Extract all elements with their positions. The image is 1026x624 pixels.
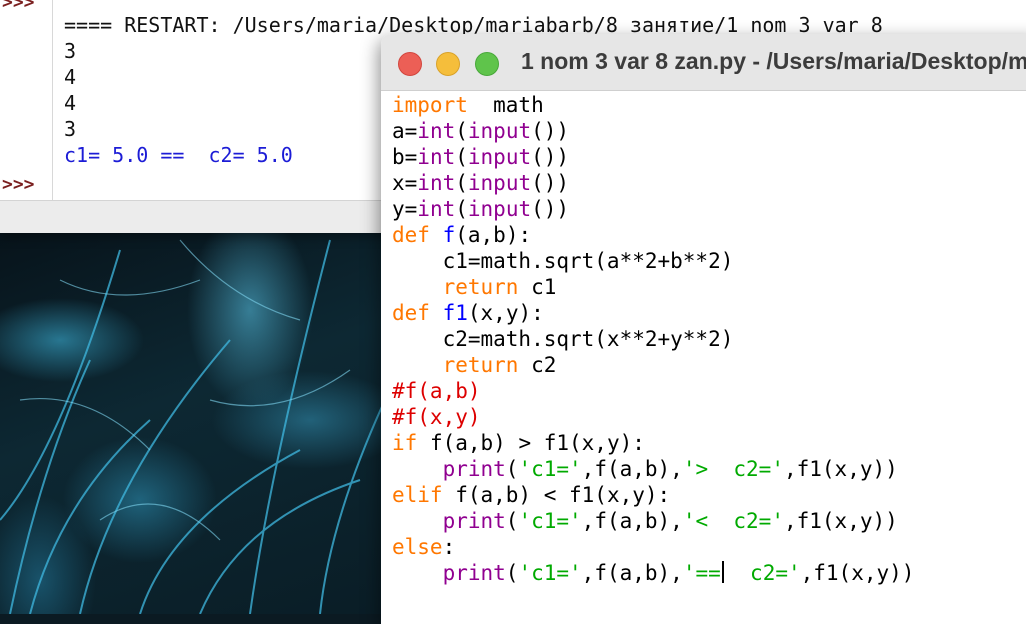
code-token: 'c1=' <box>518 509 582 533</box>
code-token: ,f(a,b), <box>581 457 683 481</box>
code-token: (a,b): <box>455 223 532 247</box>
code-token: #f(a,b) <box>392 379 481 403</box>
code-token: : <box>442 535 456 559</box>
code-token: ,f1(x,y)) <box>800 561 915 585</box>
code-token: a= <box>392 119 418 143</box>
code-line: a=int(input()) <box>392 118 914 144</box>
shell-prompt-gutter: >>> >>> <box>0 0 53 200</box>
code-token: input <box>467 145 532 169</box>
code-line: c1=math.sqrt(a**2+b**2) <box>392 248 914 274</box>
code-editor-window[interactable]: 1 nom 3 var 8 zan.py - /Users/maria/Desk… <box>381 34 1026 624</box>
code-token: b= <box>392 145 418 169</box>
code-token: ( <box>505 457 519 481</box>
code-token: def <box>392 301 430 325</box>
code-token: ()) <box>531 171 570 195</box>
window-title: 1 nom 3 var 8 zan.py - /Users/maria/Desk… <box>521 48 1026 74</box>
minimize-button-icon[interactable] <box>436 52 460 76</box>
code-line: elif f(a,b) < f1(x,y): <box>392 482 914 508</box>
code-token: c2=math.sqrt(x**2+y**2) <box>392 327 734 351</box>
code-token: ()) <box>531 119 570 143</box>
text-cursor <box>721 561 724 583</box>
code-token: ( <box>505 509 519 533</box>
code-token: ( <box>455 171 468 195</box>
grass-decoration <box>0 239 386 614</box>
code-token: ( <box>505 561 519 585</box>
code-token: '== <box>682 561 721 585</box>
code-line: #f(x,y) <box>392 404 914 430</box>
code-line: #f(a,b) <box>392 378 914 404</box>
code-token: ,f1(x,y)) <box>783 509 898 533</box>
shell-prompt: >>> <box>2 0 35 13</box>
code-line: import math <box>392 92 914 118</box>
code-line: print('c1=',f(a,b),'== c2=',f1(x,y)) <box>392 560 914 586</box>
code-token: int <box>417 145 456 169</box>
code-token: x= <box>392 171 418 195</box>
code-line: def f1(x,y): <box>392 300 914 326</box>
code-token: ()) <box>531 197 570 221</box>
zoom-button-icon[interactable] <box>475 52 499 76</box>
code-token: f(a,b) > f1(x,y): <box>417 431 645 455</box>
code-text-area[interactable]: import math a=int(input()) b=int(input()) x… <box>392 92 914 586</box>
code-token: input <box>467 197 532 221</box>
code-token: ( <box>455 145 468 169</box>
code-token: import <box>392 93 468 117</box>
code-token: return <box>392 275 519 299</box>
code-token: input <box>467 119 532 143</box>
code-token: ( <box>455 119 468 143</box>
code-line: print('c1=',f(a,b),'< c2=',f1(x,y)) <box>392 508 914 534</box>
code-token: f <box>442 223 456 247</box>
code-token: 'c1=' <box>518 561 582 585</box>
close-button-icon[interactable] <box>398 52 422 76</box>
code-token: ,f(a,b), <box>581 561 683 585</box>
code-token: elif <box>392 483 443 507</box>
code-line: if f(a,b) > f1(x,y): <box>392 430 914 456</box>
code-token: y= <box>392 197 418 221</box>
shell-prompt: >>> <box>2 174 35 195</box>
code-token: c1 <box>518 275 557 299</box>
code-token: return <box>392 353 519 377</box>
code-line: print('c1=',f(a,b),'> c2=',f1(x,y)) <box>392 456 914 482</box>
code-token: (x,y): <box>467 301 544 325</box>
code-token: print <box>392 509 506 533</box>
code-token: def <box>392 223 430 247</box>
code-token: int <box>417 171 456 195</box>
code-token: c1=math.sqrt(a**2+b**2) <box>392 249 734 273</box>
code-token: c2=' <box>724 561 801 585</box>
code-token: math <box>467 93 544 117</box>
code-line: b=int(input()) <box>392 144 914 170</box>
code-line: return c1 <box>392 274 914 300</box>
code-line: return c2 <box>392 352 914 378</box>
code-token: else <box>392 535 443 559</box>
code-token: if <box>392 431 418 455</box>
desktop-wallpaper <box>0 220 390 614</box>
code-token: 'c1=' <box>518 457 582 481</box>
code-token: ( <box>455 197 468 221</box>
code-token: int <box>417 197 456 221</box>
code-line: c2=math.sqrt(x**2+y**2) <box>392 326 914 352</box>
code-token: f1 <box>442 301 468 325</box>
code-token: print <box>392 457 506 481</box>
code-token: f(a,b) < f1(x,y): <box>442 483 671 507</box>
code-token: '< c2=' <box>682 509 784 533</box>
code-token: int <box>417 119 456 143</box>
code-line: else: <box>392 534 914 560</box>
code-token: input <box>467 171 532 195</box>
code-token: ()) <box>531 145 570 169</box>
code-token: '> c2=' <box>682 457 784 481</box>
editor-title-bar[interactable]: 1 nom 3 var 8 zan.py - /Users/maria/Desk… <box>381 34 1026 91</box>
code-token: #f(x,y) <box>392 405 481 429</box>
code-line: def f(a,b): <box>392 222 914 248</box>
code-line: x=int(input()) <box>392 170 914 196</box>
code-line: y=int(input()) <box>392 196 914 222</box>
code-token: print <box>392 561 506 585</box>
code-token: ,f1(x,y)) <box>783 457 898 481</box>
code-token: c2 <box>518 353 557 377</box>
code-token: ,f(a,b), <box>581 509 683 533</box>
